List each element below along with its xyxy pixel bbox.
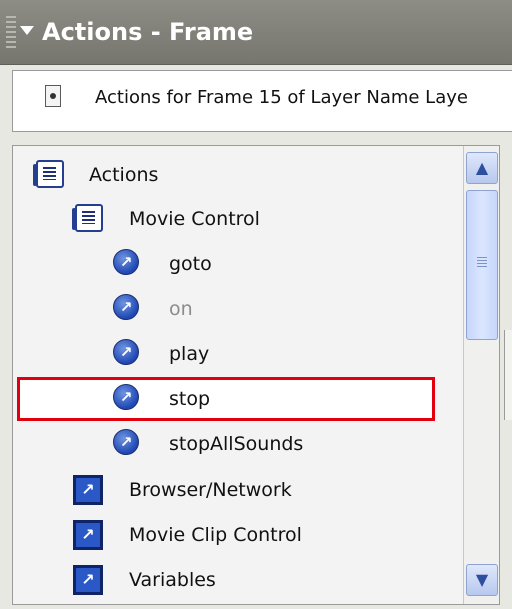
tree-item-variables[interactable]: ↗ Variables [13, 557, 463, 601]
book-icon [72, 204, 103, 232]
tree-item-stopallsounds[interactable]: ↗ stopAllSounds [13, 421, 463, 465]
tree-item-on[interactable]: ↗ on [13, 286, 463, 330]
action-arrow-icon: ↗ [113, 384, 139, 410]
action-arrow-icon: ↗ [113, 429, 139, 455]
book-icon [33, 160, 64, 188]
tree-item-browser-network[interactable]: ↗ Browser/Network [13, 467, 463, 511]
category-arrow-icon: ↗ [73, 520, 103, 550]
drag-grip-icon[interactable] [6, 16, 16, 48]
actions-tree: Actions Movie Control ↗ goto ↗ on ↗ play… [13, 146, 463, 604]
tree-item-label: Movie Clip Control [129, 524, 302, 546]
tree-item-goto[interactable]: ↗ goto [13, 241, 463, 285]
collapse-arrow-icon[interactable] [20, 26, 34, 35]
category-arrow-icon: ↗ [73, 565, 103, 595]
frame-icon [45, 85, 61, 107]
panel-title: Actions - Frame [42, 18, 254, 46]
tree-item-label: Browser/Network [129, 479, 292, 501]
scrollbar-thumb[interactable] [466, 190, 498, 340]
actions-toolbox: Actions Movie Control ↗ goto ↗ on ↗ play… [12, 145, 500, 605]
script-pane-edge [504, 330, 512, 420]
tree-item-label: Movie Control [129, 208, 260, 230]
tree-item-stop[interactable]: ↗ stop [13, 376, 463, 420]
tree-item-label: stopAllSounds [169, 433, 304, 455]
tree-item-label: Variables [129, 569, 216, 591]
tree-item-label: play [169, 343, 210, 365]
tree-item-movie-control[interactable]: Movie Control [13, 196, 463, 240]
frame-info-bar: Actions for Frame 15 of Layer Name Laye [12, 70, 512, 132]
tree-item-label: on [169, 298, 193, 320]
action-arrow-icon: ↗ [113, 294, 139, 320]
action-arrow-icon: ↗ [113, 249, 139, 275]
tree-item-actions[interactable]: Actions [13, 152, 463, 196]
action-arrow-icon: ↗ [113, 339, 139, 365]
panel-titlebar[interactable]: Actions - Frame [0, 0, 512, 65]
tree-item-label: Actions [89, 164, 159, 186]
category-arrow-icon: ↗ [73, 475, 103, 505]
tree-item-movie-clip-control[interactable]: ↗ Movie Clip Control [13, 512, 463, 556]
scroll-up-button[interactable]: ▲ [466, 152, 498, 184]
scroll-down-button[interactable]: ▼ [466, 564, 498, 596]
tree-item-play[interactable]: ↗ play [13, 331, 463, 375]
tree-item-label: stop [169, 388, 211, 410]
frame-info-text: Actions for Frame 15 of Layer Name Laye [95, 87, 468, 108]
tree-item-label: goto [169, 253, 212, 275]
vertical-scrollbar[interactable]: ▲ ▼ [463, 146, 499, 604]
